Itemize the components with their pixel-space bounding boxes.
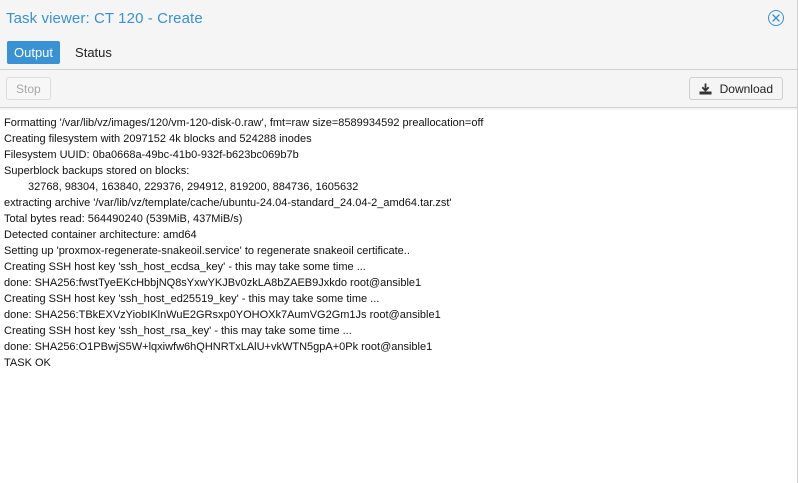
log-line: 32768, 98304, 163840, 229376, 294912, 81…: [28, 181, 359, 193]
tab-output[interactable]: Output: [7, 41, 61, 64]
close-icon[interactable]: [768, 10, 784, 26]
log-line: done: SHA256:TBkEXVzYiobIKlnWuE2GRsxp0YO…: [4, 309, 441, 321]
log-line: Creating filesystem with 2097152 4k bloc…: [4, 133, 312, 145]
log-line: Creating SSH host key 'ssh_host_rsa_key'…: [4, 325, 352, 337]
log-line: Creating SSH host key 'ssh_host_ed25519_…: [4, 293, 380, 305]
log-line: done: SHA256:O1PBwjS5W+lqxiwfw6hQHNRTxLA…: [4, 341, 433, 353]
stop-button[interactable]: Stop: [6, 77, 51, 100]
title-bar: Task viewer: CT 120 - Create: [0, 0, 797, 36]
log-line: Superblock backups stored on blocks:: [4, 165, 190, 177]
download-button-label: Download: [719, 81, 773, 96]
log-line: Formatting '/var/lib/vz/images/120/vm-12…: [4, 117, 484, 129]
log-line: TASK OK: [4, 357, 51, 369]
log-line: Creating SSH host key 'ssh_host_ecdsa_ke…: [4, 261, 366, 273]
tab-bar: Output Status: [0, 36, 797, 70]
log-line: Setting up 'proxmox-regenerate-snakeoil.…: [4, 245, 410, 257]
window-title: Task viewer: CT 120 - Create: [6, 9, 203, 27]
tab-status[interactable]: Status: [68, 41, 119, 64]
log-line: done: SHA256:fwstTyeEKcHbbjNQ8sYxwYKJBv0…: [4, 277, 422, 289]
task-output-log[interactable]: Formatting '/var/lib/vz/images/120/vm-12…: [0, 110, 797, 483]
log-line: Detected container architecture: amd64: [4, 229, 197, 241]
download-icon: [699, 83, 712, 95]
log-line: Filesystem UUID: 0ba0668a-49bc-41b0-932f…: [4, 149, 299, 161]
download-button[interactable]: Download: [688, 77, 783, 100]
log-line: Total bytes read: 564490240 (539MiB, 437…: [4, 213, 243, 225]
task-viewer-window: Task viewer: CT 120 - Create Output Stat…: [0, 0, 798, 483]
log-line: extracting archive '/var/lib/vz/template…: [4, 197, 452, 209]
toolbar: Stop Download: [0, 70, 797, 108]
